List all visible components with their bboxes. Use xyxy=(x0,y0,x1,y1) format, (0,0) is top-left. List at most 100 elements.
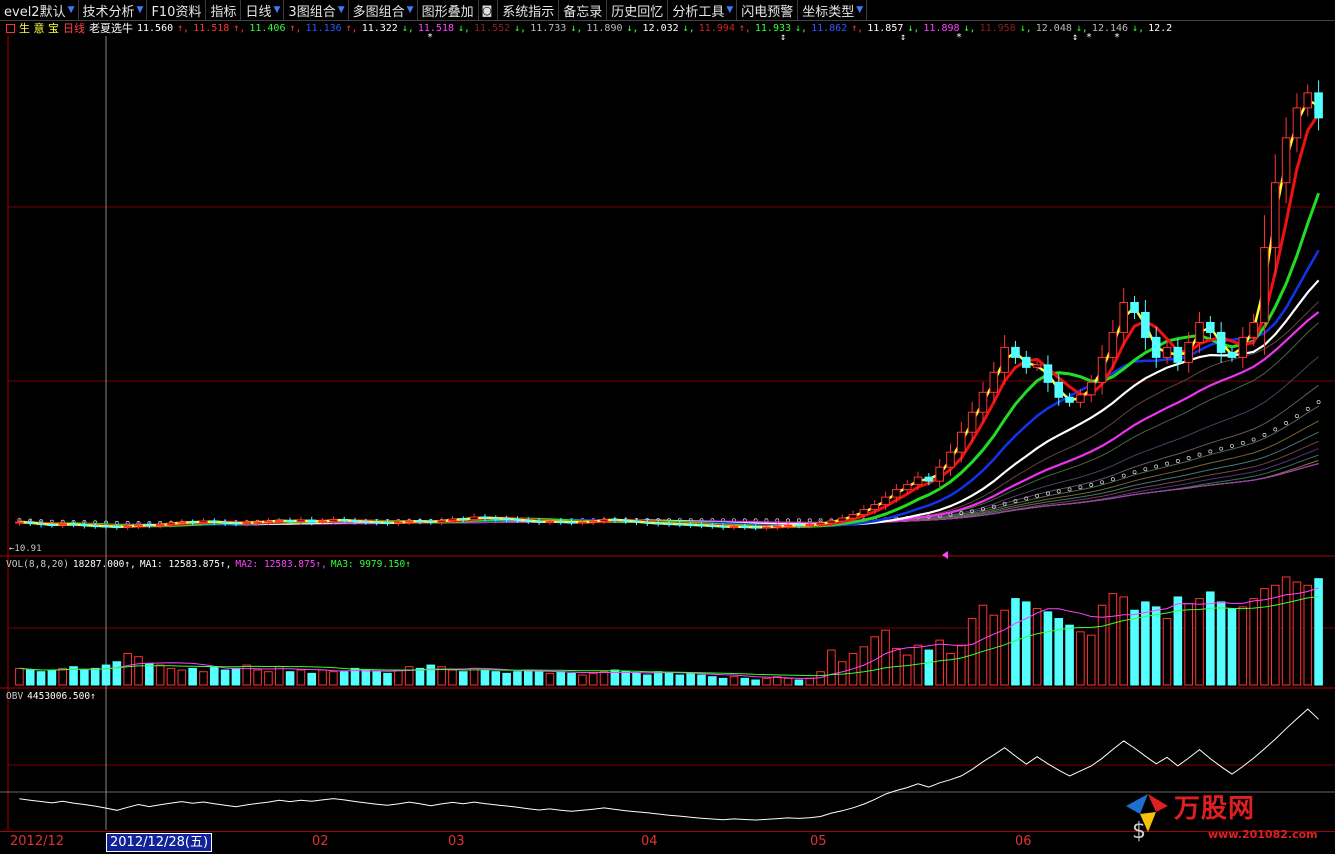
candle xyxy=(588,520,598,523)
volume-bar xyxy=(881,629,890,686)
volume-bar xyxy=(307,672,317,686)
svg-text:$: $ xyxy=(1132,819,1146,844)
ma-dot-marker xyxy=(1284,421,1289,425)
volume-bar xyxy=(480,669,490,686)
volume-bar xyxy=(145,662,154,686)
candle xyxy=(491,517,501,520)
ma-dot-marker xyxy=(1100,480,1105,485)
volume-bar xyxy=(15,667,24,686)
candle xyxy=(578,521,587,524)
candle xyxy=(112,526,122,529)
candle xyxy=(848,514,858,519)
volume-bar xyxy=(978,604,988,686)
ma-dot-marker xyxy=(1154,464,1159,469)
candle xyxy=(253,521,262,524)
volume-bar xyxy=(188,667,197,686)
volume-bar xyxy=(220,669,230,686)
candle xyxy=(25,521,35,524)
candle xyxy=(935,466,944,482)
volume-bar xyxy=(718,677,728,686)
candle xyxy=(318,520,327,523)
legend-entry: MA2: 12583.875↑, xyxy=(235,559,327,570)
candle xyxy=(534,520,544,523)
candle xyxy=(1162,346,1172,358)
candle xyxy=(1227,351,1237,358)
candle xyxy=(805,524,815,527)
candle xyxy=(58,523,68,526)
ma-dot-marker xyxy=(775,518,780,523)
volume-bar xyxy=(523,669,533,686)
ma-line-61 xyxy=(19,405,1319,526)
candle xyxy=(1249,321,1258,338)
volume-bar xyxy=(675,674,685,686)
candle xyxy=(1021,356,1031,368)
ma-dot-marker xyxy=(1197,452,1202,457)
candle xyxy=(978,391,988,413)
candle xyxy=(621,519,630,522)
candle xyxy=(372,521,381,524)
volume-bar xyxy=(664,672,674,686)
candle xyxy=(199,520,208,524)
period-marker-icon xyxy=(942,551,948,559)
volume-bar xyxy=(989,614,999,686)
volume-bar xyxy=(1130,609,1139,686)
volume-bar xyxy=(729,676,739,686)
candle xyxy=(69,523,78,526)
candle xyxy=(902,484,912,491)
volume-bar xyxy=(285,671,295,686)
ma-dot-marker xyxy=(1186,456,1191,460)
candle xyxy=(285,520,295,523)
candle xyxy=(1151,336,1161,358)
signal-marker: ↕ xyxy=(780,32,786,43)
obv-legend: OBV 4453006.500↑ xyxy=(6,691,100,702)
candle xyxy=(1119,301,1129,333)
ma-dot-marker xyxy=(1273,427,1278,432)
candle xyxy=(1043,364,1053,383)
candle xyxy=(448,518,457,522)
volume-bar xyxy=(1141,601,1150,686)
volume-bar xyxy=(242,664,252,686)
date-label: 06 xyxy=(1015,834,1032,849)
volume-bar xyxy=(1184,603,1193,686)
kline-chart[interactable]: * ↕ ↕ * ↕ * * xyxy=(0,0,1335,854)
candle xyxy=(1216,331,1226,353)
candle xyxy=(794,524,804,527)
candle xyxy=(567,521,576,524)
volume-bar xyxy=(1314,578,1323,686)
volume-bar xyxy=(599,671,609,686)
date-label: 02 xyxy=(312,834,329,849)
volume-bar xyxy=(827,649,836,686)
candle xyxy=(242,522,252,525)
volume-bar xyxy=(134,656,143,686)
signal-marker: * xyxy=(427,32,433,43)
volume-bar xyxy=(90,667,100,686)
volume-bar xyxy=(1281,576,1291,686)
ma-dot-marker xyxy=(1165,461,1169,466)
volume-bar xyxy=(318,669,327,686)
candle xyxy=(697,524,706,527)
candle xyxy=(220,521,230,524)
candle xyxy=(946,451,955,468)
candle xyxy=(729,526,739,529)
candle xyxy=(36,523,46,526)
volume-bar xyxy=(383,672,392,686)
ma-line-70 xyxy=(19,420,1319,526)
ma-dot-marker xyxy=(1294,414,1299,418)
ma-dot-marker xyxy=(1251,437,1256,442)
candle xyxy=(675,523,685,526)
candle xyxy=(426,521,436,524)
volume-bar xyxy=(545,672,555,686)
candle xyxy=(1314,92,1323,119)
candle xyxy=(274,520,284,523)
volume-bar xyxy=(372,671,381,686)
candle xyxy=(480,516,490,519)
candle xyxy=(231,522,241,525)
volume-bar xyxy=(902,654,912,686)
candle xyxy=(90,525,100,528)
candle xyxy=(329,519,338,522)
candle xyxy=(350,520,360,523)
candle xyxy=(913,476,923,486)
candle xyxy=(924,476,934,482)
volume-bar xyxy=(567,672,576,686)
ma-dot-marker xyxy=(796,518,801,523)
